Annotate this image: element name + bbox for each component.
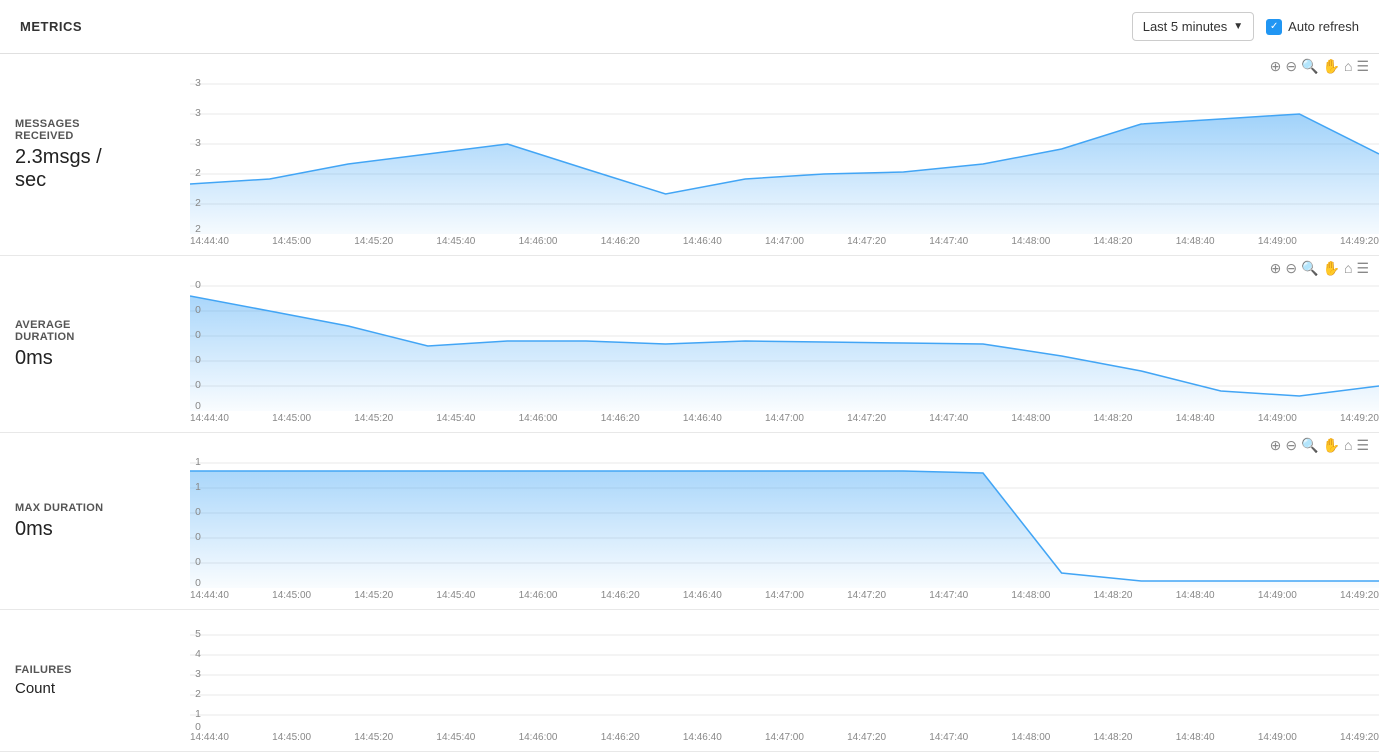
pan-icon-2[interactable]: ✋	[1323, 260, 1340, 277]
chart-avg: ⊕ ⊖ 🔍 ✋ ⌂ ☰	[160, 256, 1379, 432]
chart-failures: 5 4 3 2 1 0 14:44:40 14:45:00 14:45:20 1…	[160, 610, 1379, 751]
magnify-icon[interactable]: 🔍	[1301, 58, 1318, 75]
metric-value-avg: 0ms	[15, 347, 145, 370]
metric-average-duration: AVERAGEDURATION 0ms ⊕ ⊖ 🔍 ✋ ⌂ ☰	[0, 256, 1379, 433]
svg-text:4: 4	[195, 649, 201, 660]
auto-refresh-checkbox[interactable]: ✓	[1266, 19, 1282, 35]
magnify-icon-3[interactable]: 🔍	[1301, 437, 1318, 454]
menu-icon-3[interactable]: ☰	[1356, 437, 1369, 454]
chart-svg-max: 1 1 0 0 0 0	[190, 443, 1379, 588]
svg-text:1: 1	[195, 709, 201, 720]
x-axis-messages: 14:44:40 14:45:00 14:45:20 14:45:40 14:4…	[160, 234, 1379, 255]
chart-svg-messages: 3 3 3 2 2 2	[190, 64, 1379, 234]
chart-svg-avg: 0 0 0 0 0 0	[190, 266, 1379, 411]
chart-max: ⊕ ⊖ 🔍 ✋ ⌂ ☰	[160, 433, 1379, 609]
pan-icon[interactable]: ✋	[1323, 58, 1340, 75]
page-title: METRICS	[20, 19, 82, 34]
metric-value-messages: 2.3msgs /sec	[15, 146, 145, 192]
svg-text:3: 3	[195, 78, 201, 89]
metric-max-duration: MAX DURATION 0ms ⊕ ⊖ 🔍 ✋ ⌂ ☰	[0, 433, 1379, 610]
metric-value-max: 0ms	[15, 518, 145, 541]
metric-failures: FAILURES Count 5 4 3 2 1 0 14:44:40 14:4…	[0, 610, 1379, 752]
magnify-icon-2[interactable]: 🔍	[1301, 260, 1318, 277]
menu-icon-2[interactable]: ☰	[1356, 260, 1369, 277]
metric-messages-received: MESSAGESRECEIVED 2.3msgs /sec ⊕ ⊖ 🔍 ✋ ⌂ …	[0, 54, 1379, 256]
svg-text:2: 2	[195, 198, 201, 209]
svg-text:0: 0	[195, 578, 201, 588]
menu-icon[interactable]: ☰	[1356, 58, 1369, 75]
x-axis-avg: 14:44:40 14:45:00 14:45:20 14:45:40 14:4…	[160, 411, 1379, 432]
svg-text:2: 2	[195, 224, 201, 234]
svg-text:3: 3	[195, 108, 201, 119]
svg-text:1: 1	[195, 457, 201, 468]
home-icon-3[interactable]: ⌂	[1344, 437, 1352, 454]
svg-text:0: 0	[195, 507, 201, 518]
metric-label-messages: MESSAGESRECEIVED 2.3msgs /sec	[0, 54, 160, 255]
pan-icon-3[interactable]: ✋	[1323, 437, 1340, 454]
svg-text:0: 0	[195, 380, 201, 391]
zoom-out-icon-2[interactable]: ⊖	[1285, 260, 1297, 277]
chart-fill-avg	[190, 296, 1379, 411]
metric-name-max: MAX DURATION	[15, 502, 145, 514]
chart-toolbar-1: ⊕ ⊖ 🔍 ✋ ⌂ ☰	[1270, 58, 1369, 75]
svg-text:0: 0	[195, 330, 201, 341]
svg-text:0: 0	[195, 305, 201, 316]
svg-text:2: 2	[195, 689, 201, 700]
chart-toolbar-2: ⊕ ⊖ 🔍 ✋ ⌂ ☰	[1270, 260, 1369, 277]
chart-toolbar-3: ⊕ ⊖ 🔍 ✋ ⌂ ☰	[1270, 437, 1369, 454]
metric-label-avg: AVERAGEDURATION 0ms	[0, 256, 160, 432]
svg-text:0: 0	[195, 557, 201, 568]
metric-value-failures: Count	[15, 680, 145, 697]
metric-label-failures: FAILURES Count	[0, 610, 160, 751]
svg-text:0: 0	[195, 280, 201, 291]
home-icon[interactable]: ⌂	[1344, 58, 1352, 75]
metrics-container: MESSAGESRECEIVED 2.3msgs /sec ⊕ ⊖ 🔍 ✋ ⌂ …	[0, 54, 1379, 752]
chart-svg-failures: 5 4 3 2 1 0	[190, 620, 1379, 730]
zoom-out-icon-3[interactable]: ⊖	[1285, 437, 1297, 454]
time-range-label: Last 5 minutes	[1143, 19, 1228, 34]
svg-text:0: 0	[195, 532, 201, 543]
auto-refresh-label: Auto refresh	[1288, 19, 1359, 34]
svg-text:0: 0	[195, 722, 201, 730]
svg-text:2: 2	[195, 168, 201, 179]
header-controls: Last 5 minutes ▼ ✓ Auto refresh	[1132, 12, 1359, 41]
x-axis-max: 14:44:40 14:45:00 14:45:20 14:45:40 14:4…	[160, 588, 1379, 609]
zoom-in-icon[interactable]: ⊕	[1270, 58, 1282, 75]
chart-fill-max	[190, 471, 1379, 588]
chart-messages: ⊕ ⊖ 🔍 ✋ ⌂ ☰	[160, 54, 1379, 255]
svg-text:0: 0	[195, 401, 201, 411]
metric-name-failures: FAILURES	[15, 664, 145, 676]
svg-text:3: 3	[195, 138, 201, 149]
header: METRICS Last 5 minutes ▼ ✓ Auto refresh	[0, 0, 1379, 54]
zoom-in-icon-2[interactable]: ⊕	[1270, 260, 1282, 277]
metric-name-messages: MESSAGESRECEIVED	[15, 118, 145, 142]
metric-name-avg: AVERAGEDURATION	[15, 319, 145, 343]
zoom-in-icon-3[interactable]: ⊕	[1270, 437, 1282, 454]
svg-text:3: 3	[195, 669, 201, 680]
metric-label-max: MAX DURATION 0ms	[0, 433, 160, 609]
svg-text:5: 5	[195, 629, 201, 640]
svg-text:1: 1	[195, 482, 201, 493]
time-range-select[interactable]: Last 5 minutes ▼	[1132, 12, 1254, 41]
x-axis-failures: 14:44:40 14:45:00 14:45:20 14:45:40 14:4…	[160, 730, 1379, 751]
chevron-down-icon: ▼	[1233, 21, 1243, 32]
svg-text:0: 0	[195, 355, 201, 366]
home-icon-2[interactable]: ⌂	[1344, 260, 1352, 277]
zoom-out-icon[interactable]: ⊖	[1285, 58, 1297, 75]
auto-refresh-control[interactable]: ✓ Auto refresh	[1266, 19, 1359, 35]
